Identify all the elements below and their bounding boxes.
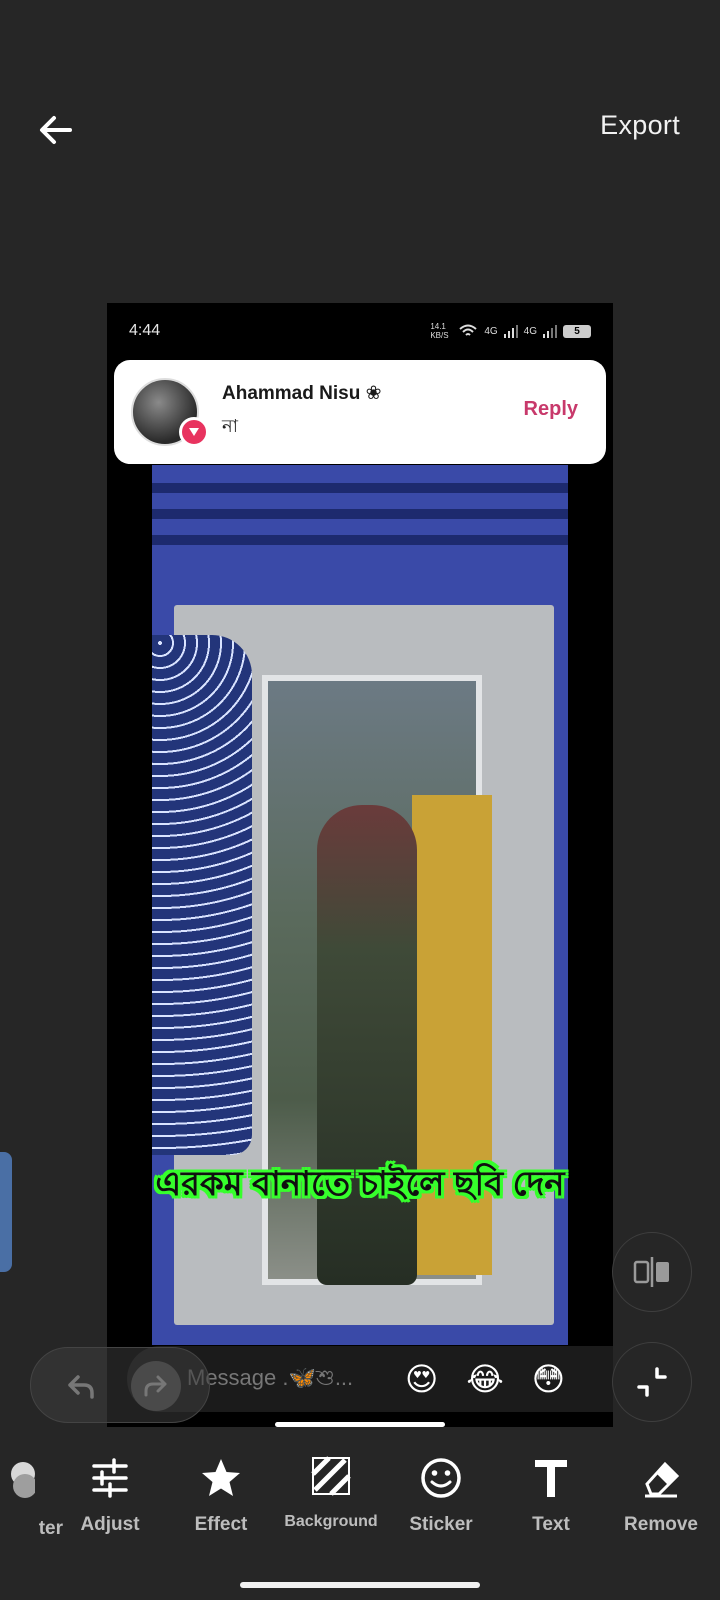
message-notification: Ahammad Nisu ❀ না Reply [114,360,606,464]
text-icon [535,1460,567,1497]
tool-effect[interactable]: Effect [166,1440,276,1550]
filter-icon [11,1462,35,1498]
tool-sticker[interactable]: Sticker [386,1440,496,1550]
undo-redo-group [30,1347,210,1423]
wifi-icon [459,324,477,336]
emoji-heart-eyes: 😍 [405,1361,439,1397]
network-speed: 14.1 KB/S [430,322,449,340]
collapse-icon [637,1367,667,1397]
collapse-button[interactable] [612,1342,692,1422]
emoji-flushed: 😳 [531,1361,566,1397]
undo-icon [68,1375,94,1399]
wall-stripe [152,483,568,493]
wall-stripe [152,535,568,545]
tool-background[interactable]: Background [276,1440,386,1550]
redo-button[interactable] [131,1361,181,1411]
eraser-icon [645,1461,680,1498]
tool-adjust[interactable]: Adjust [55,1440,165,1550]
tool-label: Text [532,1514,570,1535]
network-type-1: 4G [484,325,498,337]
side-panel-handle[interactable] [0,1152,12,1272]
editor-canvas[interactable]: 4:44 14.1 KB/S 4G 4G 5 Ahammad Nisu ❀ না… [107,303,613,1427]
signal-icon [543,325,557,338]
adjust-icon [92,1458,128,1498]
compare-button[interactable] [612,1232,692,1312]
tool-remove[interactable]: Remove [606,1440,716,1550]
tool-label: Adjust [80,1514,140,1535]
tool-text[interactable]: Text [496,1440,606,1550]
message-placeholder: Message .🦋শু... [187,1364,354,1390]
tool-label: Effect [194,1514,248,1535]
image-status-bar: 4:44 14.1 KB/S 4G 4G 5 [107,303,613,359]
background-icon [311,1456,351,1496]
curtain [152,635,252,1155]
emoji-laughing: 😂 [466,1361,504,1397]
star-icon [202,1459,240,1496]
status-time: 4:44 [129,322,161,339]
signal-icon [503,325,518,338]
caption-text[interactable]: এরকম বানাতে চাইলে ছবি দেন [107,1158,613,1215]
tool-label: Sticker [409,1514,473,1535]
sender-name: Ahammad Nisu ❀ [222,383,382,404]
reply-button: Reply [523,398,578,420]
network-type-2: 4G [523,325,537,337]
back-button[interactable] [34,108,78,152]
instagram-badge-icon [179,417,209,447]
redo-icon [144,1375,167,1397]
status-icons: 14.1 KB/S 4G 4G 5 [430,322,591,340]
tool-label: Remove [624,1514,698,1535]
home-indicator [240,1582,480,1588]
tool-label: Background [284,1513,378,1530]
image-home-indicator [275,1422,445,1427]
notification-message: না [222,416,238,436]
compare-icon [633,1257,669,1287]
arrow-left-icon [40,116,72,144]
undo-button[interactable] [58,1363,104,1409]
battery-icon: 5 [563,324,591,338]
smiley-icon [421,1458,461,1498]
wall-stripe [152,509,568,519]
bottom-toolbar: ter Adjust Effect Background Sticker Tex… [0,1440,720,1560]
export-button[interactable]: Export [600,110,680,141]
top-bar: Export [0,0,720,260]
